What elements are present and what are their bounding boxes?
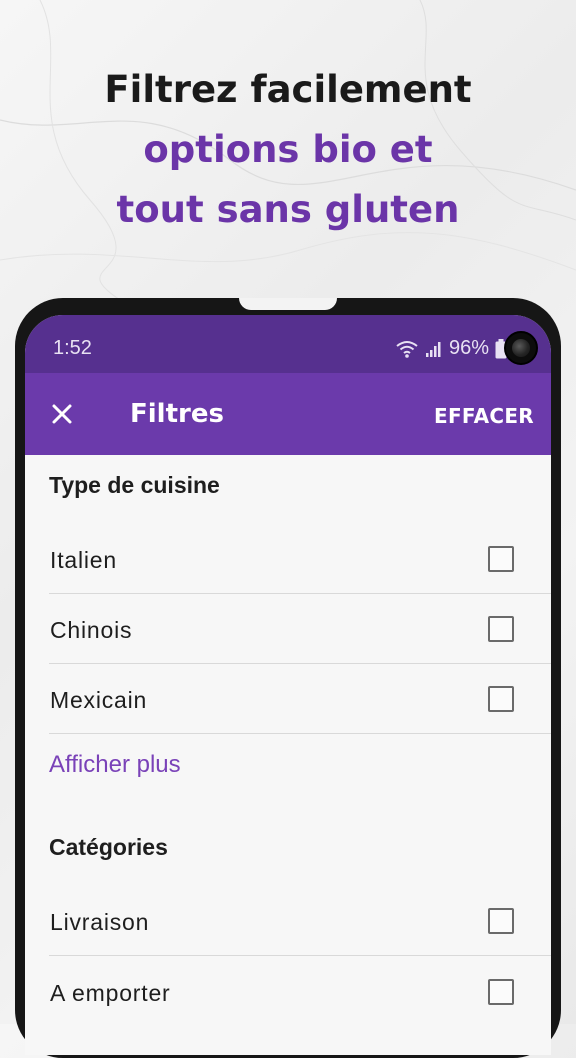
- status-bar: 1:52 96%: [25, 315, 551, 373]
- filter-row-italien[interactable]: Italien: [49, 525, 551, 595]
- checkbox[interactable]: [488, 546, 514, 572]
- filter-row-livraison[interactable]: Livraison: [49, 887, 551, 957]
- filter-row-a-emporter[interactable]: A emporter: [49, 958, 551, 1028]
- show-more-link[interactable]: Afficher plus: [49, 751, 181, 779]
- close-icon[interactable]: [47, 399, 77, 429]
- phone-screen: 1:52 96% Filtres EFFACER Type de cuisine…: [25, 315, 551, 1055]
- wifi-icon: [396, 340, 418, 358]
- checkbox[interactable]: [488, 908, 514, 934]
- status-time: 1:52: [53, 337, 92, 359]
- filter-row-mexicain[interactable]: Mexicain: [49, 665, 551, 735]
- filter-label: Mexicain: [50, 687, 148, 713]
- signal-icon: [425, 341, 441, 357]
- promo-line-2: options bio et: [143, 128, 433, 171]
- divider: [49, 593, 551, 594]
- filter-row-chinois[interactable]: Chinois: [49, 595, 551, 665]
- checkbox[interactable]: [488, 686, 514, 712]
- section-title-categories: Catégories: [49, 834, 168, 860]
- promo-line-3: tout sans gluten: [116, 188, 460, 231]
- phone-frame: 1:52 96% Filtres EFFACER Type de cuisine…: [15, 298, 561, 1058]
- status-icons: 96%: [395, 337, 507, 360]
- phone-notch: [239, 298, 337, 310]
- section-title-cuisine: Type de cuisine: [49, 472, 220, 498]
- promo-line-1: Filtrez facilement: [104, 68, 472, 111]
- divider: [49, 955, 551, 956]
- divider: [49, 733, 551, 734]
- divider: [49, 663, 551, 664]
- battery-percent: 96%: [448, 337, 489, 359]
- checkbox[interactable]: [488, 979, 514, 1005]
- promo-headline: Filtrez facilement options bio et tout s…: [0, 60, 576, 240]
- filter-label: Chinois: [50, 617, 133, 643]
- page-title: Filtres: [130, 399, 224, 429]
- clear-button[interactable]: EFFACER: [434, 404, 534, 428]
- filter-label: Livraison: [50, 909, 150, 935]
- filter-label: A emporter: [50, 980, 171, 1006]
- filter-label: Italien: [50, 547, 117, 573]
- checkbox[interactable]: [488, 616, 514, 642]
- front-camera: [504, 331, 538, 365]
- app-bar: Filtres EFFACER: [25, 373, 551, 455]
